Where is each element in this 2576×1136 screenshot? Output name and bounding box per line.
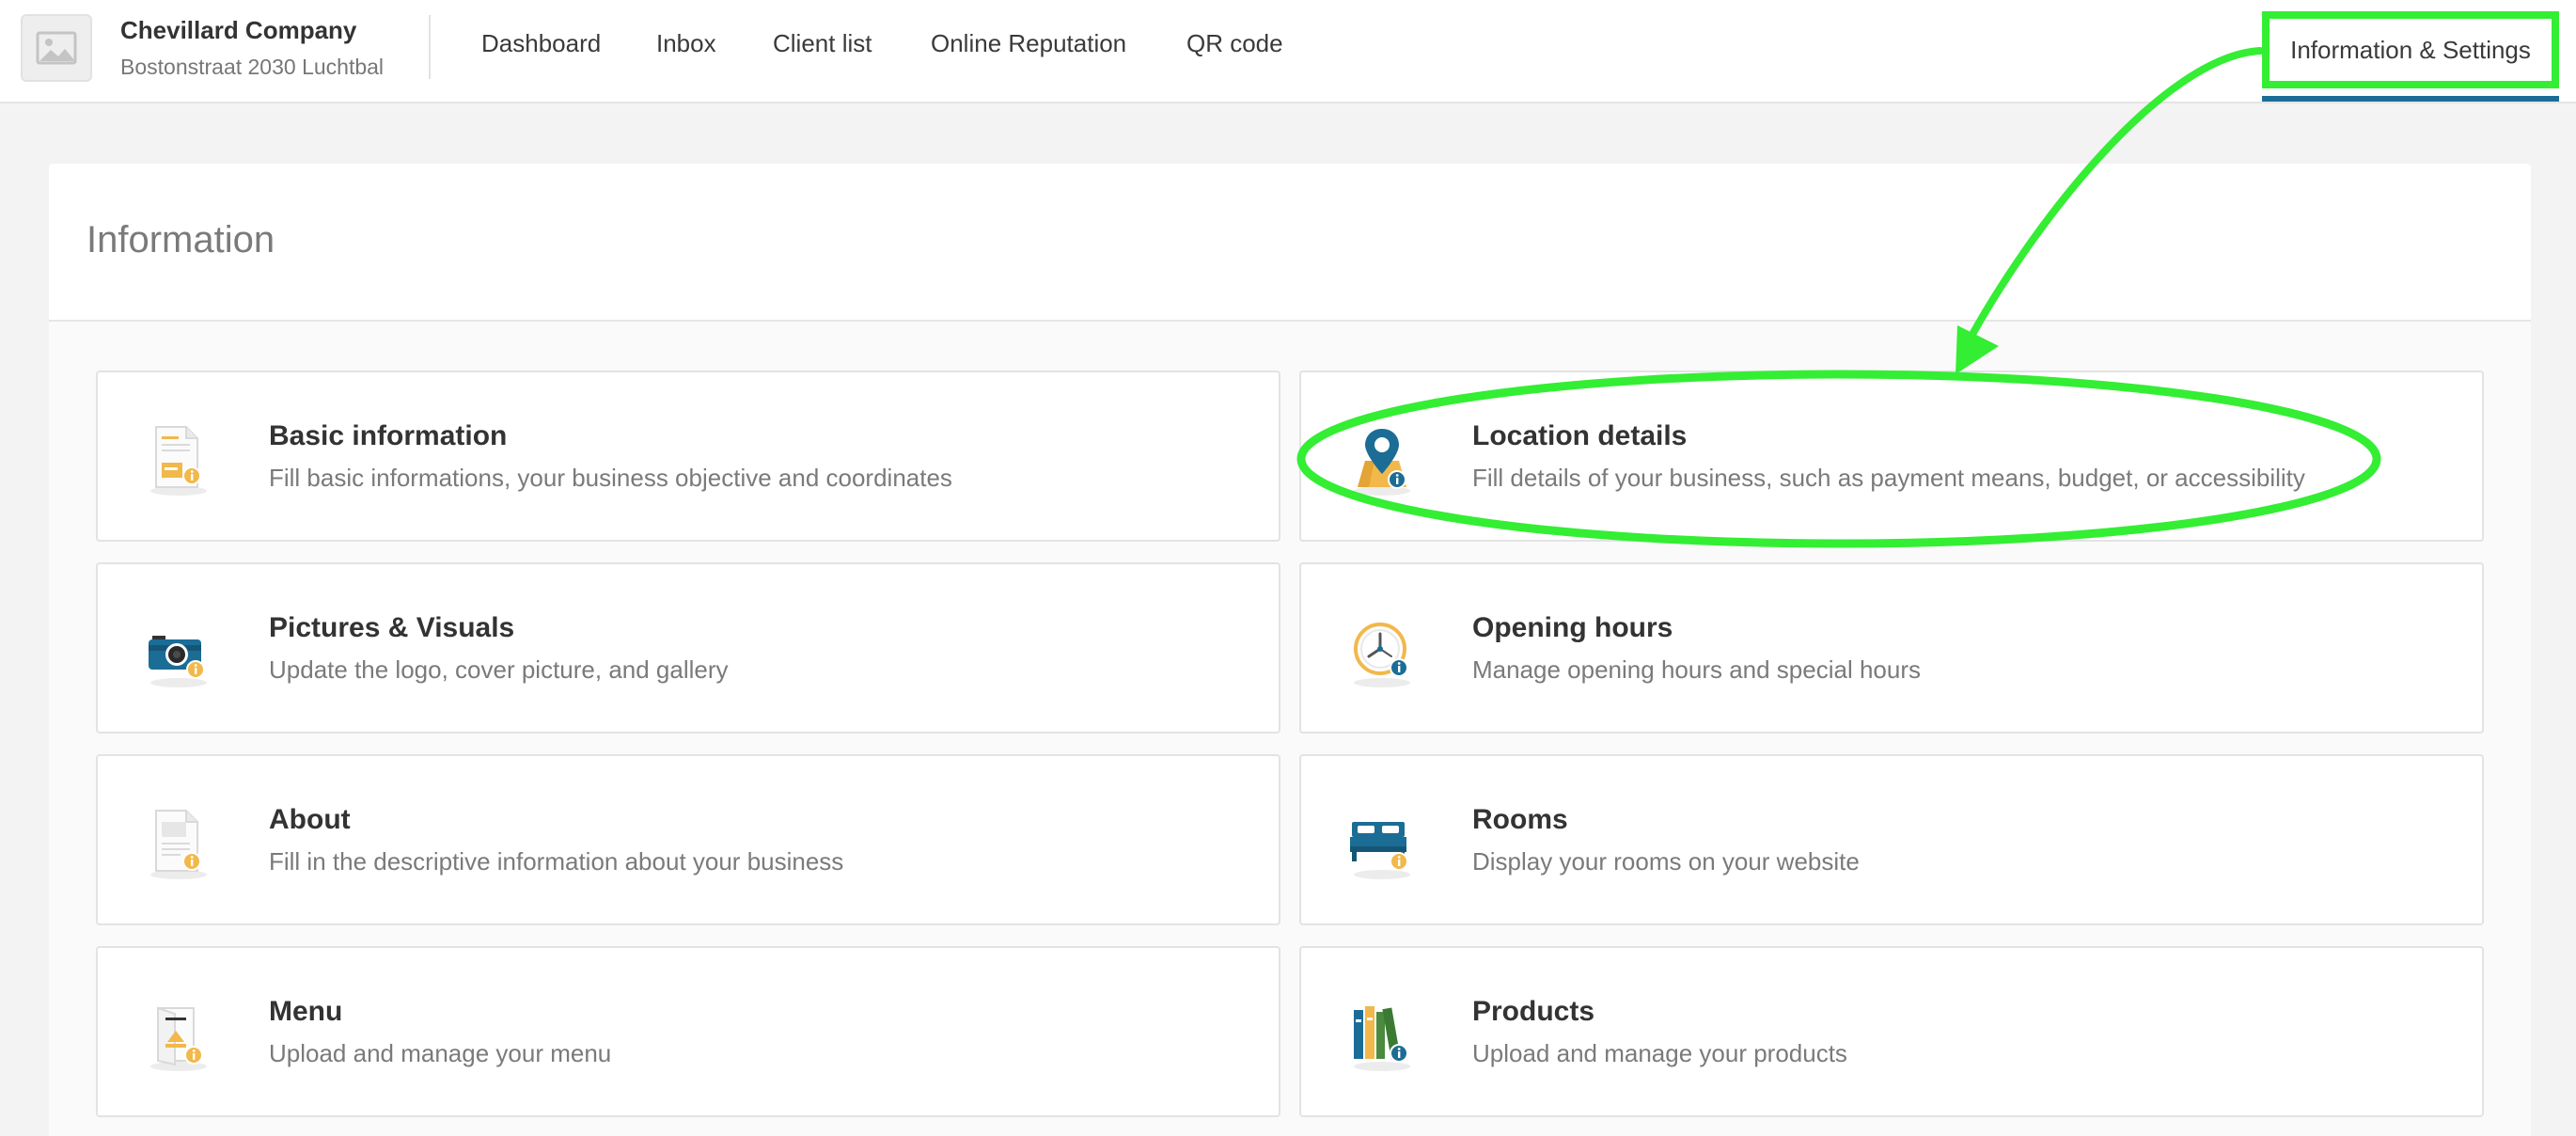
tile-menu[interactable]: Menu Upload and manage your menu: [96, 946, 1280, 1117]
tile-description: Fill details of your business, such as p…: [1472, 464, 2305, 492]
nav-qr-code[interactable]: QR code: [1186, 0, 1283, 87]
books-info-icon: [1343, 995, 1422, 1074]
map-pin-info-icon: [1343, 419, 1422, 498]
tile-products[interactable]: Products Upload and manage your products: [1299, 946, 2484, 1117]
document-info-icon: [139, 419, 218, 498]
tile-title: Basic information: [269, 420, 508, 451]
active-tab-underline: [2262, 96, 2559, 102]
tile-description: Manage opening hours and special hours: [1472, 655, 1922, 684]
nav-online-reputation[interactable]: Online Reputation: [931, 0, 1126, 87]
tile-title: Opening hours: [1472, 612, 1673, 643]
camera-info-icon: [139, 611, 218, 690]
nav-inbox[interactable]: Inbox: [656, 0, 716, 87]
company-avatar[interactable]: [21, 14, 92, 82]
clock-info-icon: [1343, 611, 1422, 690]
menu-book-info-icon: [139, 995, 218, 1074]
nav-client-list[interactable]: Client list: [773, 0, 872, 87]
company-address: Bostonstraat 2030 Luchtbal: [120, 55, 385, 79]
tile-rooms[interactable]: Rooms Display your rooms on your website: [1299, 754, 2484, 925]
tile-pictures-visuals[interactable]: Pictures & Visuals Update the logo, cove…: [96, 562, 1280, 734]
top-navigation-bar: Chevillard Company Bostonstraat 2030 Luc…: [0, 0, 2576, 103]
tile-title: Products: [1472, 996, 1595, 1027]
tile-description: Fill basic informations, your business o…: [269, 464, 952, 492]
tile-about[interactable]: About Fill in the descriptive informatio…: [96, 754, 1280, 925]
tile-location-details[interactable]: Location details Fill details of your bu…: [1299, 371, 2484, 542]
tile-title: Pictures & Visuals: [269, 612, 515, 643]
nav-dashboard[interactable]: Dashboard: [481, 0, 601, 87]
divider: [429, 15, 431, 79]
tile-description: Upload and manage your products: [1472, 1039, 1847, 1067]
tile-title: Location details: [1472, 420, 1688, 451]
image-placeholder-icon: [36, 31, 77, 65]
page-info-icon: [139, 803, 218, 882]
nav-information-settings[interactable]: Information & Settings: [2262, 11, 2559, 88]
tile-title: About: [269, 804, 351, 835]
bed-info-icon: [1343, 803, 1422, 882]
tile-description: Upload and manage your menu: [269, 1039, 612, 1067]
page-title: Information: [86, 219, 275, 260]
company-info[interactable]: Chevillard Company Bostonstraat 2030 Luc…: [120, 15, 384, 83]
tile-description: Display your rooms on your website: [1472, 847, 1860, 876]
tile-title: Menu: [269, 996, 343, 1027]
tile-description: Fill in the descriptive information abou…: [269, 847, 844, 876]
company-name: Chevillard Company: [120, 16, 357, 44]
tile-basic-information[interactable]: Basic information Fill basic information…: [96, 371, 1280, 542]
tile-opening-hours[interactable]: Opening hours Manage opening hours and s…: [1299, 562, 2484, 734]
tile-title: Rooms: [1472, 804, 1568, 835]
tile-description: Update the logo, cover picture, and gall…: [269, 655, 729, 684]
